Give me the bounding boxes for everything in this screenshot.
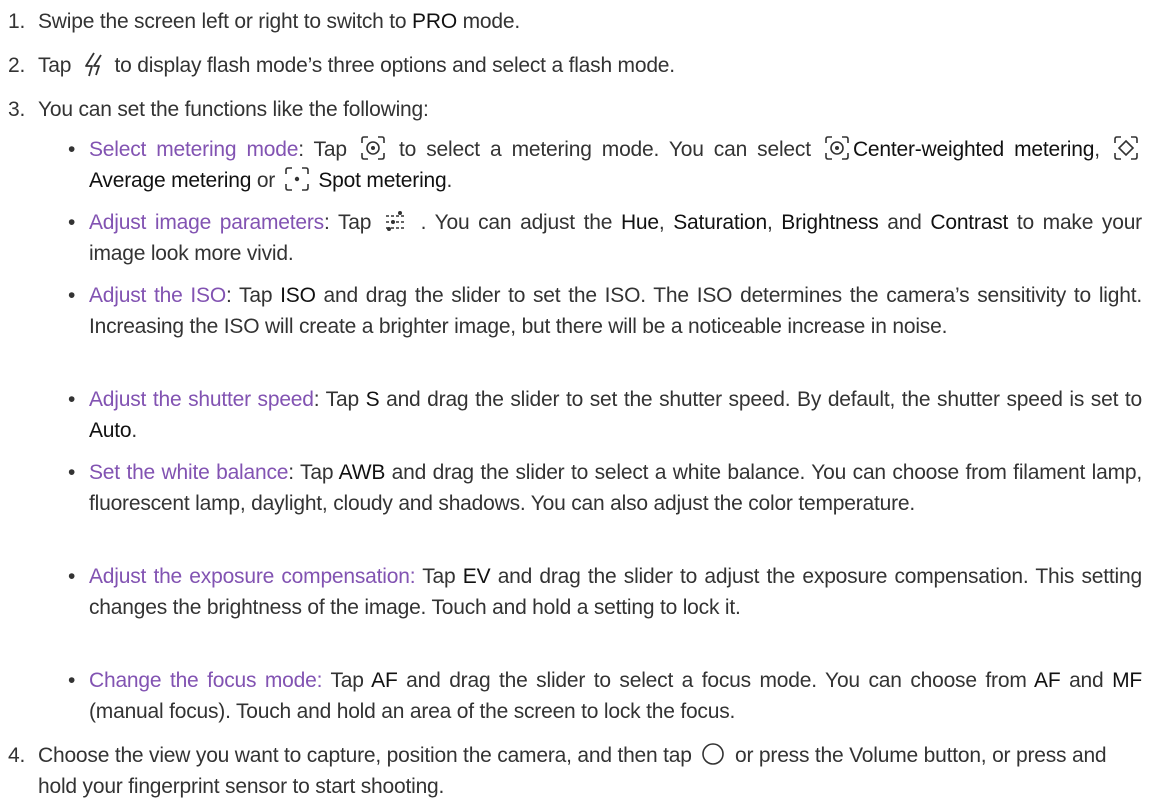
bullet-title: Adjust the ISO <box>89 284 226 307</box>
step-text: Swipe the screen left or right to switch… <box>38 10 520 33</box>
step-number: 2. <box>8 54 26 77</box>
keyword: Contrast <box>930 211 1009 234</box>
keyword: Average metering <box>89 169 252 192</box>
keyword: EV <box>462 565 491 588</box>
bullet-exposure-compensation: • Adjust the exposure compensation: Tap … <box>68 561 1142 623</box>
bullet-shutter-speed: • Adjust the shutter speed: Tap S and dr… <box>68 384 1142 446</box>
bullet-title: Adjust the exposure compensation: <box>89 565 416 588</box>
instructions-document: 1. Swipe the screen left or right to swi… <box>0 0 1158 811</box>
bullet-title: Change the focus mode: <box>89 669 323 692</box>
step-2: 2. Tap to display flash mode’s three opt… <box>8 50 1142 81</box>
bullet-dot: • <box>68 138 76 161</box>
keyword: AF <box>371 669 398 692</box>
bullet-title: Set the white balance <box>89 461 289 484</box>
keyword: MF <box>1112 669 1143 692</box>
bullet-title: Select metering mode <box>89 138 299 161</box>
keyword: AWB <box>338 461 386 484</box>
step-number: 3. <box>8 98 26 121</box>
keyword: S <box>365 388 380 411</box>
bullet-dot: • <box>68 565 76 588</box>
bullet-focus-mode: • Change the focus mode: Tap AF and drag… <box>68 665 1142 727</box>
step-1: 1. Swipe the screen left or right to swi… <box>8 6 1142 37</box>
center-weighted-metering-icon <box>824 135 850 161</box>
keyword: Center-weighted metering <box>852 138 1095 161</box>
flash-icon <box>80 51 106 77</box>
step-text: Choose the view you want to capture, pos… <box>38 740 1142 802</box>
step-number: 1. <box>8 10 26 33</box>
center-weighted-metering-icon <box>360 135 386 161</box>
spot-metering-icon <box>284 166 310 192</box>
bullet-image-parameters: • Adjust image parameters: Tap . You can… <box>68 207 1142 269</box>
bullet-dot: • <box>68 284 76 307</box>
step-number: 4. <box>8 744 26 767</box>
image-parameters-icon <box>383 208 409 234</box>
bullet-title: Adjust image parameters <box>89 211 324 234</box>
keyword: Saturation <box>673 211 767 234</box>
step-3: 3. You can set the functions like the fo… <box>8 94 1142 125</box>
keyword: Spot metering <box>312 169 447 192</box>
step-text: Tap to display flash mode’s three option… <box>38 50 1142 81</box>
step-text: You can set the functions like the follo… <box>38 98 429 121</box>
step-4: 4. Choose the view you want to capture, … <box>8 740 1142 802</box>
bullet-white-balance: • Set the white balance: Tap AWB and dra… <box>68 457 1142 519</box>
bullet-dot: • <box>68 211 76 234</box>
bullet-dot: • <box>68 388 76 411</box>
bullet-title: Adjust the shutter speed <box>89 388 314 411</box>
keyword: Auto <box>89 419 132 442</box>
average-metering-icon <box>1113 135 1139 161</box>
bullet-dot: • <box>68 669 76 692</box>
keyword: ISO <box>280 284 316 307</box>
keyword: PRO <box>412 10 457 33</box>
keyword: Hue <box>620 211 659 234</box>
bullet-iso: • Adjust the ISO: Tap ISO and drag the s… <box>68 280 1142 342</box>
bullet-metering-mode: • Select metering mode: Tap to select a … <box>68 134 1142 196</box>
bullet-dot: • <box>68 461 76 484</box>
keyword: AF <box>1034 669 1061 692</box>
shutter-button-icon <box>700 741 726 767</box>
keyword: Brightness <box>781 211 879 234</box>
